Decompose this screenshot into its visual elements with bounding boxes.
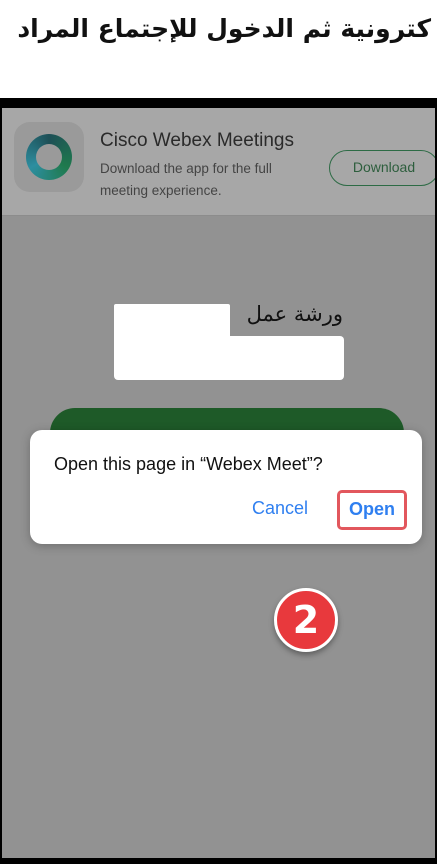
caption-text: كترونية ثم الدخول للإجتماع المراد — [17, 14, 431, 43]
workshop-label: ورشة عمل — [246, 302, 343, 326]
app-name: Cisco Webex Meetings — [100, 130, 294, 151]
caption-header: كترونية ثم الدخول للإجتماع المراد — [0, 0, 437, 98]
phone-frame: Cisco Webex Meetings Download the app fo… — [0, 98, 437, 864]
step-number-badge: 2 — [274, 588, 338, 652]
open-in-app-dialog: Open this page in “Webex Meet”? Cancel O… — [30, 430, 422, 544]
app-description: Download the app for the full meeting ex… — [100, 161, 272, 198]
cancel-button[interactable]: Cancel — [252, 498, 308, 519]
download-button[interactable]: Download — [329, 150, 435, 186]
redacted-block — [114, 336, 344, 380]
phone-screen: Cisco Webex Meetings Download the app fo… — [2, 108, 435, 858]
dialog-message: Open this page in “Webex Meet”? — [54, 454, 323, 474]
app-banner: Cisco Webex Meetings Download the app fo… — [2, 108, 435, 216]
open-button[interactable]: Open — [337, 490, 407, 530]
webex-logo-icon — [14, 122, 84, 192]
